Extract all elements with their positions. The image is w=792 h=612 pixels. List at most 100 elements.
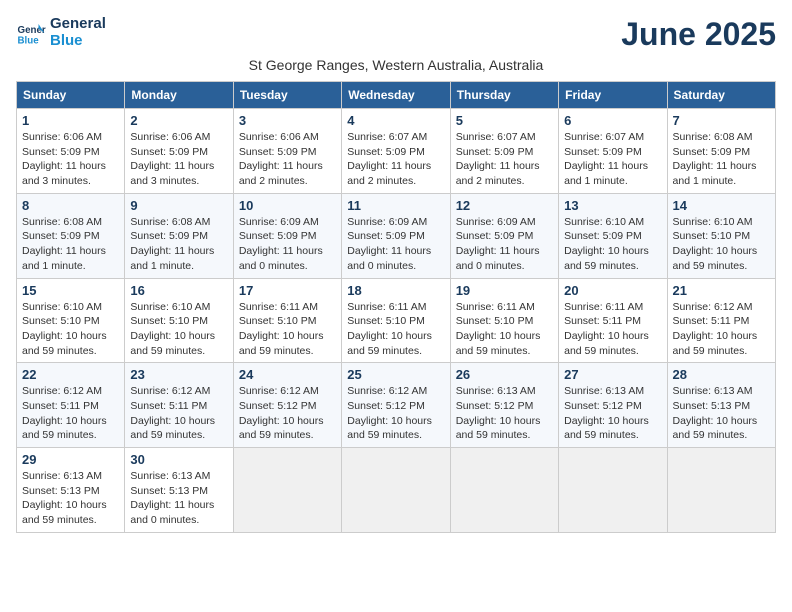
calendar-cell: 4 Sunrise: 6:07 AM Sunset: 5:09 PM Dayli…	[342, 109, 450, 194]
day-info: Sunrise: 6:12 AM Sunset: 5:12 PM Dayligh…	[347, 384, 444, 443]
calendar-cell: 7 Sunrise: 6:08 AM Sunset: 5:09 PM Dayli…	[667, 109, 775, 194]
calendar-cell	[559, 448, 667, 533]
day-info: Sunrise: 6:10 AM Sunset: 5:10 PM Dayligh…	[130, 300, 227, 359]
calendar-body: 1 Sunrise: 6:06 AM Sunset: 5:09 PM Dayli…	[17, 109, 776, 533]
day-info: Sunrise: 6:09 AM Sunset: 5:09 PM Dayligh…	[456, 215, 553, 274]
day-info: Sunrise: 6:06 AM Sunset: 5:09 PM Dayligh…	[22, 130, 119, 189]
day-info: Sunrise: 6:08 AM Sunset: 5:09 PM Dayligh…	[673, 130, 770, 189]
calendar-cell: 3 Sunrise: 6:06 AM Sunset: 5:09 PM Dayli…	[233, 109, 341, 194]
day-number: 21	[673, 283, 770, 298]
day-info: Sunrise: 6:12 AM Sunset: 5:11 PM Dayligh…	[673, 300, 770, 359]
day-number: 13	[564, 198, 661, 213]
day-info: Sunrise: 6:13 AM Sunset: 5:13 PM Dayligh…	[22, 469, 119, 528]
day-info: Sunrise: 6:12 AM Sunset: 5:11 PM Dayligh…	[22, 384, 119, 443]
day-info: Sunrise: 6:11 AM Sunset: 5:11 PM Dayligh…	[564, 300, 661, 359]
calendar-cell: 19 Sunrise: 6:11 AM Sunset: 5:10 PM Dayl…	[450, 278, 558, 363]
day-number: 18	[347, 283, 444, 298]
day-number: 15	[22, 283, 119, 298]
calendar-cell: 8 Sunrise: 6:08 AM Sunset: 5:09 PM Dayli…	[17, 193, 125, 278]
calendar-cell: 12 Sunrise: 6:09 AM Sunset: 5:09 PM Dayl…	[450, 193, 558, 278]
calendar-cell: 11 Sunrise: 6:09 AM Sunset: 5:09 PM Dayl…	[342, 193, 450, 278]
day-number: 26	[456, 367, 553, 382]
day-info: Sunrise: 6:11 AM Sunset: 5:10 PM Dayligh…	[239, 300, 336, 359]
calendar-header-friday: Friday	[559, 82, 667, 109]
calendar-cell: 22 Sunrise: 6:12 AM Sunset: 5:11 PM Dayl…	[17, 363, 125, 448]
day-number: 25	[347, 367, 444, 382]
calendar-cell	[233, 448, 341, 533]
calendar-cell: 2 Sunrise: 6:06 AM Sunset: 5:09 PM Dayli…	[125, 109, 233, 194]
calendar-cell: 5 Sunrise: 6:07 AM Sunset: 5:09 PM Dayli…	[450, 109, 558, 194]
calendar-header-tuesday: Tuesday	[233, 82, 341, 109]
calendar-header-saturday: Saturday	[667, 82, 775, 109]
day-info: Sunrise: 6:13 AM Sunset: 5:13 PM Dayligh…	[673, 384, 770, 443]
day-number: 20	[564, 283, 661, 298]
calendar-cell: 23 Sunrise: 6:12 AM Sunset: 5:11 PM Dayl…	[125, 363, 233, 448]
logo: General Blue General Blue	[16, 16, 106, 49]
day-number: 17	[239, 283, 336, 298]
day-number: 2	[130, 113, 227, 128]
calendar-cell: 25 Sunrise: 6:12 AM Sunset: 5:12 PM Dayl…	[342, 363, 450, 448]
calendar-cell: 30 Sunrise: 6:13 AM Sunset: 5:13 PM Dayl…	[125, 448, 233, 533]
day-info: Sunrise: 6:10 AM Sunset: 5:10 PM Dayligh…	[673, 215, 770, 274]
day-info: Sunrise: 6:11 AM Sunset: 5:10 PM Dayligh…	[347, 300, 444, 359]
calendar: SundayMondayTuesdayWednesdayThursdayFrid…	[16, 81, 776, 533]
day-info: Sunrise: 6:06 AM Sunset: 5:09 PM Dayligh…	[130, 130, 227, 189]
calendar-cell: 27 Sunrise: 6:13 AM Sunset: 5:12 PM Dayl…	[559, 363, 667, 448]
day-number: 27	[564, 367, 661, 382]
day-number: 30	[130, 452, 227, 467]
day-number: 28	[673, 367, 770, 382]
calendar-cell: 10 Sunrise: 6:09 AM Sunset: 5:09 PM Dayl…	[233, 193, 341, 278]
day-number: 9	[130, 198, 227, 213]
day-info: Sunrise: 6:13 AM Sunset: 5:12 PM Dayligh…	[564, 384, 661, 443]
day-number: 6	[564, 113, 661, 128]
day-info: Sunrise: 6:07 AM Sunset: 5:09 PM Dayligh…	[347, 130, 444, 189]
calendar-cell: 20 Sunrise: 6:11 AM Sunset: 5:11 PM Dayl…	[559, 278, 667, 363]
calendar-cell: 28 Sunrise: 6:13 AM Sunset: 5:13 PM Dayl…	[667, 363, 775, 448]
day-number: 24	[239, 367, 336, 382]
day-info: Sunrise: 6:10 AM Sunset: 5:10 PM Dayligh…	[22, 300, 119, 359]
day-number: 7	[673, 113, 770, 128]
subtitle: St George Ranges, Western Australia, Aus…	[16, 57, 776, 73]
calendar-cell: 26 Sunrise: 6:13 AM Sunset: 5:12 PM Dayl…	[450, 363, 558, 448]
day-number: 8	[22, 198, 119, 213]
calendar-cell: 16 Sunrise: 6:10 AM Sunset: 5:10 PM Dayl…	[125, 278, 233, 363]
calendar-header-thursday: Thursday	[450, 82, 558, 109]
calendar-week-4: 22 Sunrise: 6:12 AM Sunset: 5:11 PM Dayl…	[17, 363, 776, 448]
day-info: Sunrise: 6:06 AM Sunset: 5:09 PM Dayligh…	[239, 130, 336, 189]
calendar-cell: 15 Sunrise: 6:10 AM Sunset: 5:10 PM Dayl…	[17, 278, 125, 363]
day-number: 5	[456, 113, 553, 128]
logo-icon: General Blue	[16, 18, 46, 48]
calendar-week-5: 29 Sunrise: 6:13 AM Sunset: 5:13 PM Dayl…	[17, 448, 776, 533]
calendar-week-3: 15 Sunrise: 6:10 AM Sunset: 5:10 PM Dayl…	[17, 278, 776, 363]
day-info: Sunrise: 6:08 AM Sunset: 5:09 PM Dayligh…	[130, 215, 227, 274]
svg-text:Blue: Blue	[18, 35, 40, 46]
calendar-cell: 13 Sunrise: 6:10 AM Sunset: 5:09 PM Dayl…	[559, 193, 667, 278]
calendar-header-wednesday: Wednesday	[342, 82, 450, 109]
calendar-cell	[450, 448, 558, 533]
calendar-cell: 9 Sunrise: 6:08 AM Sunset: 5:09 PM Dayli…	[125, 193, 233, 278]
day-info: Sunrise: 6:07 AM Sunset: 5:09 PM Dayligh…	[456, 130, 553, 189]
day-info: Sunrise: 6:12 AM Sunset: 5:11 PM Dayligh…	[130, 384, 227, 443]
day-number: 10	[239, 198, 336, 213]
calendar-cell: 6 Sunrise: 6:07 AM Sunset: 5:09 PM Dayli…	[559, 109, 667, 194]
day-number: 11	[347, 198, 444, 213]
day-info: Sunrise: 6:11 AM Sunset: 5:10 PM Dayligh…	[456, 300, 553, 359]
calendar-cell: 21 Sunrise: 6:12 AM Sunset: 5:11 PM Dayl…	[667, 278, 775, 363]
day-number: 12	[456, 198, 553, 213]
logo-text-blue: Blue	[50, 33, 106, 50]
day-info: Sunrise: 6:09 AM Sunset: 5:09 PM Dayligh…	[347, 215, 444, 274]
day-number: 16	[130, 283, 227, 298]
logo-text-general: General	[50, 16, 106, 33]
day-number: 1	[22, 113, 119, 128]
calendar-cell	[667, 448, 775, 533]
day-number: 23	[130, 367, 227, 382]
calendar-cell: 29 Sunrise: 6:13 AM Sunset: 5:13 PM Dayl…	[17, 448, 125, 533]
calendar-cell: 14 Sunrise: 6:10 AM Sunset: 5:10 PM Dayl…	[667, 193, 775, 278]
day-number: 4	[347, 113, 444, 128]
month-title: June 2025	[621, 16, 776, 53]
day-number: 29	[22, 452, 119, 467]
day-number: 3	[239, 113, 336, 128]
calendar-header-sunday: Sunday	[17, 82, 125, 109]
day-info: Sunrise: 6:13 AM Sunset: 5:12 PM Dayligh…	[456, 384, 553, 443]
day-info: Sunrise: 6:07 AM Sunset: 5:09 PM Dayligh…	[564, 130, 661, 189]
